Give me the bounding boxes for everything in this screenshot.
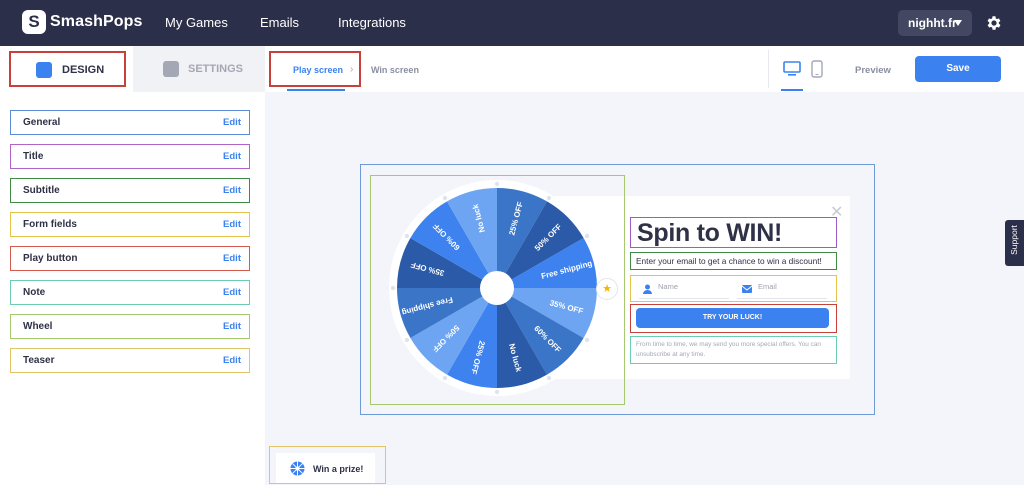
star-icon: ★ <box>596 278 618 300</box>
section-subtitle[interactable]: Subtitle Edit <box>10 178 250 203</box>
tab-settings[interactable]: SETTINGS <box>133 46 265 92</box>
teaser[interactable]: Win a prize! <box>276 453 375 483</box>
gear-icon[interactable] <box>985 14 1003 32</box>
edit-link[interactable]: Edit <box>223 219 241 230</box>
popup-title-frame[interactable]: Spin to WIN! <box>630 217 837 248</box>
tab-settings-label: SETTINGS <box>188 63 244 75</box>
section-wheel[interactable]: Wheel Edit <box>10 314 250 339</box>
popup-note: From time to time, we may send you more … <box>636 341 821 358</box>
tab-win-screen[interactable]: Win screen <box>371 65 419 75</box>
settings-gear-icon <box>163 61 179 77</box>
nav-integrations[interactable]: Integrations <box>338 15 406 30</box>
section-label: Wheel <box>23 321 53 332</box>
email-input[interactable]: Email <box>758 282 777 291</box>
nav-my-games[interactable]: My Games <box>165 15 228 30</box>
wheel-frame[interactable] <box>370 175 625 405</box>
tab-design-label: DESIGN <box>62 64 105 76</box>
divider <box>768 50 769 88</box>
popup-subtitle-frame[interactable]: Enter your email to get a chance to win … <box>630 252 837 270</box>
section-general[interactable]: General Edit <box>10 110 250 135</box>
tab-design[interactable]: DESIGN <box>9 51 126 87</box>
edit-link[interactable]: Edit <box>223 287 241 298</box>
email-underline <box>737 298 827 299</box>
teaser-label: Win a prize! <box>313 464 364 474</box>
wheel-icon <box>290 461 305 476</box>
edit-link[interactable]: Edit <box>223 321 241 332</box>
edit-link[interactable]: Edit <box>223 253 241 264</box>
try-your-luck-button[interactable]: TRY YOUR LUCK! <box>636 308 829 328</box>
brand-name: SmashPops <box>50 13 143 30</box>
save-button[interactable]: Save <box>915 56 1001 82</box>
preview-button[interactable]: Preview <box>855 65 891 76</box>
popup-subtitle: Enter your email to get a chance to win … <box>636 256 822 266</box>
section-title[interactable]: Title Edit <box>10 144 250 169</box>
caret-down-icon <box>954 20 962 26</box>
edit-link[interactable]: Edit <box>223 151 241 162</box>
user-icon <box>643 284 652 294</box>
form-fields-frame: Name Email <box>630 275 837 302</box>
brand-logo[interactable]: S SmashPops <box>22 10 143 34</box>
tab-play-screen[interactable]: Play screen › <box>269 51 361 87</box>
device-indicator <box>781 89 803 91</box>
section-form-fields[interactable]: Form fields Edit <box>10 212 250 237</box>
section-label: Note <box>23 287 46 298</box>
section-label: Play button <box>23 253 78 264</box>
mail-icon <box>742 285 752 293</box>
section-label: Teaser <box>23 355 55 366</box>
desktop-icon[interactable] <box>783 61 801 77</box>
section-label: General <box>23 117 61 128</box>
site-selector-value: nighht.fr <box>908 16 957 30</box>
active-tab-indicator <box>287 89 345 91</box>
section-label: Form fields <box>23 219 77 230</box>
top-navbar: S SmashPops My Games Emails Integrations… <box>0 0 1024 46</box>
section-note[interactable]: Note Edit <box>10 280 250 305</box>
mobile-icon[interactable] <box>811 60 823 78</box>
section-play-button[interactable]: Play button Edit <box>10 246 250 271</box>
nav-emails[interactable]: Emails <box>260 15 299 30</box>
name-input[interactable]: Name <box>658 282 678 291</box>
section-teaser[interactable]: Teaser Edit <box>10 348 250 373</box>
site-selector[interactable]: nighht.fr <box>898 10 972 36</box>
edit-link[interactable]: Edit <box>223 355 241 366</box>
image-icon <box>36 62 52 78</box>
edit-link[interactable]: Edit <box>223 185 241 196</box>
note-frame[interactable]: From time to time, we may send you more … <box>630 336 837 364</box>
support-tab[interactable]: Support <box>1005 220 1024 266</box>
support-label: Support <box>1009 225 1019 255</box>
popup-title: Spin to WIN! <box>637 219 782 247</box>
chevron-right-icon: › <box>350 64 354 75</box>
edit-link[interactable]: Edit <box>223 117 241 128</box>
section-label: Subtitle <box>23 185 60 196</box>
section-label: Title <box>23 151 44 162</box>
logo-mark: S <box>22 10 46 34</box>
tab-play-screen-label: Play screen <box>293 65 344 75</box>
name-underline <box>639 298 729 299</box>
